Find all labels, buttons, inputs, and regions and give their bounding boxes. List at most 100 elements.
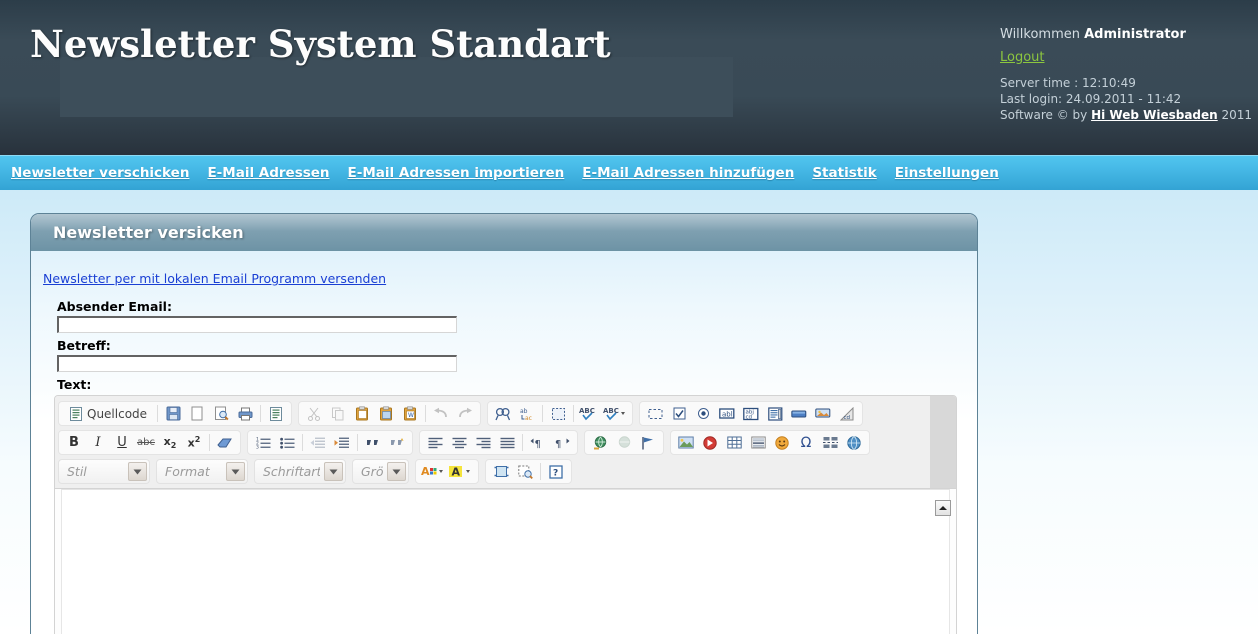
- nav-item-email-adressen[interactable]: E-Mail Adressen: [207, 165, 329, 181]
- svg-text:ab: ab: [520, 408, 528, 415]
- bg-color-icon[interactable]: A: [448, 461, 474, 482]
- show-blocks-icon[interactable]: [514, 461, 536, 482]
- svg-text:ac: ac: [525, 415, 532, 421]
- align-justify-icon[interactable]: [496, 432, 518, 453]
- iframe-icon[interactable]: [843, 432, 865, 453]
- format-combo[interactable]: Format: [156, 459, 248, 484]
- chevron-down-icon: [324, 462, 343, 481]
- paste-word-icon[interactable]: W: [399, 403, 421, 424]
- page-header: Newsletter System Standart Willkommen Ad…: [0, 0, 1258, 155]
- numbered-list-icon[interactable]: 123: [252, 432, 274, 453]
- templates-icon[interactable]: [265, 403, 287, 424]
- toolbar-scroll-track[interactable]: [930, 396, 956, 488]
- site-title: Newsletter System Standart: [30, 22, 611, 66]
- subject-input[interactable]: [57, 355, 457, 372]
- image-button-icon[interactable]: [812, 403, 834, 424]
- new-page-icon[interactable]: [186, 403, 208, 424]
- user-name: Administrator: [1084, 27, 1186, 42]
- sender-email-input[interactable]: [57, 316, 457, 333]
- print-icon[interactable]: [234, 403, 256, 424]
- page-break-icon[interactable]: [819, 432, 841, 453]
- button-icon[interactable]: [788, 403, 810, 424]
- nav-item-statistik[interactable]: Statistik: [812, 165, 876, 181]
- about-icon[interactable]: ?: [545, 461, 567, 482]
- toolbar-scroll-up-button[interactable]: [935, 500, 951, 516]
- spellcheck-options-icon[interactable]: ABC: [602, 403, 628, 424]
- strike-icon[interactable]: abc: [135, 432, 157, 453]
- select-field-icon[interactable]: [764, 403, 786, 424]
- subject-label: Betreff:: [57, 338, 111, 353]
- unlink-icon[interactable]: [613, 432, 635, 453]
- flash-icon[interactable]: [699, 432, 721, 453]
- nav-item-email-adressen-hinzufuegen[interactable]: E-Mail Adressen hinzufügen: [582, 165, 794, 181]
- create-div-icon[interactable]: [386, 432, 408, 453]
- toolbar-separator: [542, 405, 544, 422]
- rtl-icon[interactable]: ¶: [551, 432, 573, 453]
- editor-content-area[interactable]: [61, 489, 950, 634]
- outdent-icon[interactable]: [307, 432, 329, 453]
- save-icon[interactable]: [162, 403, 184, 424]
- radio-icon[interactable]: [692, 403, 714, 424]
- toolbar-group-align: ¶ ¶: [419, 430, 578, 455]
- underline-icon[interactable]: U: [111, 432, 133, 453]
- indent-icon[interactable]: [331, 432, 353, 453]
- font-combo[interactable]: Schriftart: [254, 459, 346, 484]
- hidden-field-icon[interactable]: cd: [836, 403, 858, 424]
- replace-icon[interactable]: ab ac: [516, 403, 538, 424]
- maximize-icon[interactable]: [490, 461, 512, 482]
- nav-item-email-adressen-importieren[interactable]: E-Mail Adressen importieren: [348, 165, 565, 181]
- superscript-icon[interactable]: x2: [183, 432, 205, 453]
- text-color-icon[interactable]: A: [420, 461, 446, 482]
- svg-text:A: A: [452, 466, 461, 479]
- paste-icon[interactable]: [351, 403, 373, 424]
- logout-link[interactable]: Logout: [1000, 50, 1045, 65]
- svg-text:¶: ¶: [535, 439, 541, 449]
- svg-text:ABC: ABC: [603, 407, 619, 415]
- sender-email-label: Absender Email:: [57, 299, 172, 314]
- anchor-icon[interactable]: [637, 432, 659, 453]
- spellcheck-icon[interactable]: ABC: [578, 403, 600, 424]
- nav-item-einstellungen[interactable]: Einstellungen: [895, 165, 999, 181]
- special-char-icon[interactable]: Ω: [795, 432, 817, 453]
- horizontal-rule-icon[interactable]: [747, 432, 769, 453]
- bold-icon[interactable]: B: [63, 432, 85, 453]
- image-icon[interactable]: [675, 432, 697, 453]
- find-icon[interactable]: [492, 403, 514, 424]
- source-icon[interactable]: Quellcode: [63, 403, 153, 424]
- software-year: 2011: [1217, 108, 1253, 123]
- style-combo[interactable]: Stil: [58, 459, 150, 484]
- align-left-icon[interactable]: [424, 432, 446, 453]
- toolbar-group-insert: Ω: [670, 430, 870, 455]
- size-combo-label: Größ: [361, 464, 383, 479]
- toolbar-group-links: [584, 430, 664, 455]
- align-center-icon[interactable]: [448, 432, 470, 453]
- size-combo[interactable]: Größ: [352, 459, 409, 484]
- redo-icon[interactable]: [454, 403, 476, 424]
- remove-format-icon[interactable]: [214, 432, 236, 453]
- blockquote-icon[interactable]: [362, 432, 384, 453]
- italic-icon[interactable]: I: [87, 432, 109, 453]
- align-right-icon[interactable]: [472, 432, 494, 453]
- paste-text-icon[interactable]: [375, 403, 397, 424]
- ltr-icon[interactable]: ¶: [527, 432, 549, 453]
- undo-icon[interactable]: [430, 403, 452, 424]
- textfield-icon[interactable]: abl: [716, 403, 738, 424]
- checkbox-icon[interactable]: [668, 403, 690, 424]
- copy-icon[interactable]: [327, 403, 349, 424]
- last-login: Last login: 24.09.2011 - 11:42: [1000, 92, 1182, 107]
- rich-text-editor[interactable]: Quellcode W ab ac ABC ABC abl abj cd cd …: [54, 395, 957, 634]
- local-mail-program-link[interactable]: Newsletter per mit lokalen Email Program…: [43, 271, 386, 286]
- textarea-icon[interactable]: abj cd: [740, 403, 762, 424]
- bulleted-list-icon[interactable]: [276, 432, 298, 453]
- select-all-icon[interactable]: [547, 403, 569, 424]
- preview-icon[interactable]: [210, 403, 232, 424]
- software-vendor-link[interactable]: Hi Web Wiesbaden: [1091, 108, 1218, 122]
- form-icon[interactable]: [644, 403, 666, 424]
- smiley-icon[interactable]: [771, 432, 793, 453]
- table-icon[interactable]: [723, 432, 745, 453]
- link-icon[interactable]: [589, 432, 611, 453]
- subscript-icon[interactable]: x2: [159, 432, 181, 453]
- cut-icon[interactable]: [303, 403, 325, 424]
- text-label: Text:: [57, 377, 92, 392]
- nav-item-newsletter-verschicken[interactable]: Newsletter verschicken: [11, 165, 189, 181]
